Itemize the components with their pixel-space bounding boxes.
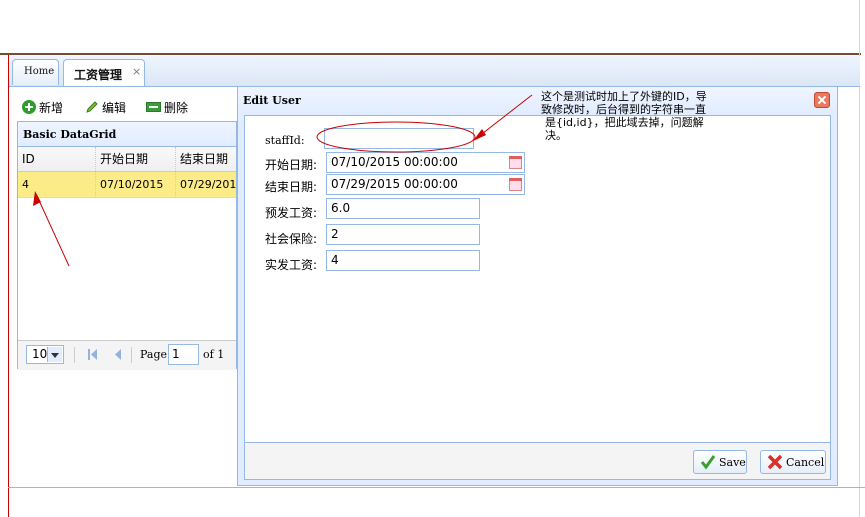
datagrid-title: Basic DataGrid <box>23 128 117 141</box>
social-insurance-label: 社会保险: <box>265 232 318 246</box>
page-number-value: 1 <box>172 347 180 361</box>
remove-icon <box>146 102 161 112</box>
tab-salary-label: 工资管理 <box>74 68 123 82</box>
annotation-line: 决。 <box>545 129 567 142</box>
advance-salary-value: 6.0 <box>331 201 351 215</box>
close-icon[interactable] <box>814 92 830 108</box>
actual-salary-field[interactable]: 4 <box>326 250 480 271</box>
table-row[interactable]: 4 07/10/2015 07/29/2015 <box>18 172 238 198</box>
pager-separator <box>74 347 75 363</box>
page-number-input[interactable]: 1 <box>168 344 199 365</box>
tab-home-label: Home <box>24 66 55 77</box>
prev-page-icon[interactable] <box>114 349 122 360</box>
calendar-icon[interactable] <box>507 154 523 171</box>
tab-close-icon[interactable]: × <box>132 65 141 78</box>
save-button[interactable]: Save <box>693 450 747 474</box>
column-header-id[interactable]: ID <box>18 147 96 171</box>
page-size-select[interactable]: 10 <box>26 345 64 364</box>
annotation-note: 这个是测试时加上了外键的ID，导 致修改时，后台得到的字符串一直 是{id,id… <box>541 90 729 142</box>
cancel-icon <box>767 454 783 470</box>
calendar-icon[interactable] <box>507 176 523 193</box>
cell-start-date: 07/10/2015 <box>96 172 176 197</box>
page-size-value: 10 <box>32 347 48 361</box>
annotation-line: 这个是测试时加上了外键的ID，导 <box>541 90 707 103</box>
cancel-button[interactable]: Cancel <box>760 450 826 474</box>
start-date-label: 开始日期: <box>265 158 318 172</box>
advance-salary-label: 预发工资: <box>265 206 318 220</box>
save-button-label: Save <box>719 456 746 469</box>
datagrid-pager: 10 Page 1 of 1 <box>18 340 236 370</box>
edit-button-label: 编辑 <box>102 100 127 115</box>
page-count-label: of 1 <box>203 348 225 361</box>
add-button-label: 新增 <box>39 100 64 115</box>
tab-bar: Home 工资管理 × <box>9 56 860 87</box>
top-divider <box>0 53 861 55</box>
remove-button[interactable]: 删除 <box>146 97 188 117</box>
dialog-title: Edit User <box>243 94 301 107</box>
left-divider <box>8 55 9 517</box>
staffid-field[interactable] <box>324 128 474 149</box>
column-header-start-date[interactable]: 开始日期 <box>96 147 176 171</box>
cancel-button-label: Cancel <box>786 456 825 469</box>
datagrid-panel: Basic DataGrid ID 开始日期 结束日期 4 07/10/2015… <box>17 121 238 370</box>
pencil-icon <box>86 101 98 113</box>
add-icon <box>22 100 36 114</box>
pager-separator <box>131 347 132 363</box>
actual-salary-value: 4 <box>331 253 339 267</box>
page-label: Page <box>140 348 168 361</box>
add-button[interactable]: 新增 <box>22 97 63 117</box>
end-date-label: 结束日期: <box>265 180 318 194</box>
edit-user-dialog: Edit User staffId: 开始日期: 07/10/2015 00:0… <box>237 86 838 486</box>
chevron-down-icon[interactable] <box>47 347 62 362</box>
dialog-header[interactable]: Edit User <box>238 87 837 115</box>
remove-button-label: 删除 <box>164 100 189 115</box>
annotation-line: 是{id,id}，把此域去掉，问题解 <box>545 116 704 129</box>
cell-end-date: 07/29/2015 <box>176 172 238 197</box>
end-date-value: 07/29/2015 00:00:00 <box>331 177 458 191</box>
annotation-line: 致修改时，后台得到的字符串一直 <box>541 103 706 116</box>
edit-button[interactable]: 编辑 <box>85 97 126 117</box>
dialog-footer: Save Cancel <box>244 443 831 480</box>
social-insurance-value: 2 <box>331 227 339 241</box>
end-date-field[interactable]: 07/29/2015 00:00:00 <box>326 174 525 195</box>
tab-salary-management[interactable]: 工资管理 × <box>63 59 145 86</box>
actual-salary-label: 实发工资: <box>265 258 318 272</box>
tab-home[interactable]: Home <box>12 59 59 85</box>
column-header-end-date[interactable]: 结束日期 <box>176 147 238 171</box>
start-date-field[interactable]: 07/10/2015 00:00:00 <box>326 152 525 173</box>
social-insurance-field[interactable]: 2 <box>326 224 480 245</box>
datagrid-header: ID 开始日期 结束日期 <box>18 147 238 172</box>
dialog-form: staffId: 开始日期: 07/10/2015 00:00:00 结束日期:… <box>244 115 831 443</box>
advance-salary-field[interactable]: 6.0 <box>326 198 480 219</box>
bottom-divider <box>8 487 865 488</box>
first-page-icon[interactable] <box>88 349 98 360</box>
datagrid-title-bar: Basic DataGrid <box>18 122 236 147</box>
cell-id: 4 <box>18 172 96 197</box>
checkmark-icon <box>700 455 716 470</box>
start-date-value: 07/10/2015 00:00:00 <box>331 155 458 169</box>
staffid-label: staffId: <box>265 134 305 147</box>
